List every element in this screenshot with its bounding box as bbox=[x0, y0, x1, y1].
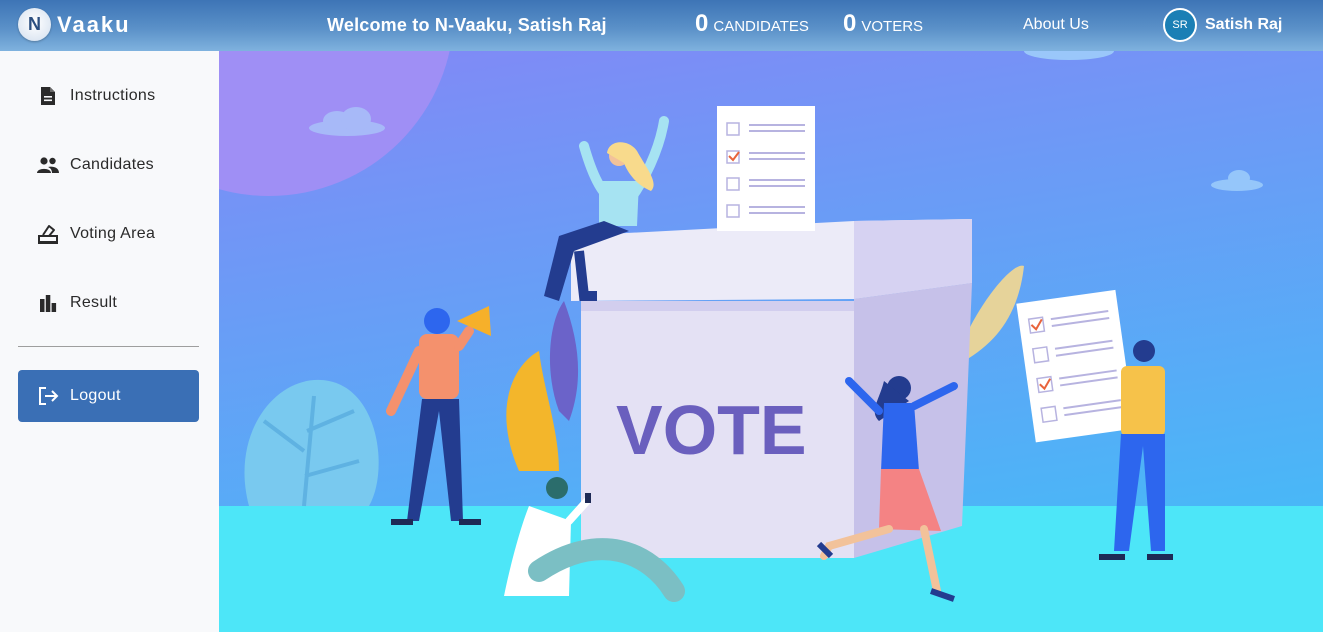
top-bar: N Vaaku Welcome to N-Vaaku, Satish Raj 0… bbox=[0, 0, 1323, 51]
bar-chart-icon bbox=[34, 291, 62, 315]
sidebar-item-result[interactable]: Result bbox=[18, 277, 199, 329]
hero-illustration: VOTE bbox=[219, 51, 1323, 632]
app-logo[interactable]: N Vaaku bbox=[18, 8, 131, 41]
about-us-link[interactable]: About Us bbox=[1023, 16, 1089, 34]
candidates-label: CANDIDATES bbox=[713, 18, 809, 35]
sidebar-item-voting-area[interactable]: Voting Area bbox=[18, 208, 199, 260]
voters-label: VOTERS bbox=[861, 18, 924, 35]
sidebar: Instructions Candidates Voting Area Resu… bbox=[0, 51, 219, 632]
checklist-paper bbox=[1016, 289, 1135, 443]
logo-badge: N bbox=[18, 8, 51, 41]
sidebar-item-label: Voting Area bbox=[70, 225, 156, 242]
people-icon bbox=[34, 153, 62, 177]
user-name: Satish Raj bbox=[1205, 16, 1283, 33]
logout-label: Logout bbox=[70, 387, 121, 404]
voting-illustration: VOTE bbox=[219, 51, 1323, 632]
ballot-icon bbox=[34, 222, 62, 246]
candidates-count: 0 bbox=[695, 10, 709, 37]
document-icon bbox=[34, 84, 62, 108]
sidebar-item-label: Candidates bbox=[70, 156, 154, 173]
sidebar-item-label: Instructions bbox=[70, 87, 156, 104]
voters-stat: 0 VOTERS bbox=[843, 10, 923, 38]
logout-icon bbox=[34, 384, 62, 408]
welcome-message: Welcome to N-Vaaku, Satish Raj bbox=[327, 15, 607, 35]
sidebar-item-label: Result bbox=[70, 294, 118, 311]
ballot-paper bbox=[717, 106, 815, 231]
sidebar-item-instructions[interactable]: Instructions bbox=[18, 70, 199, 122]
candidates-stat: 0 CANDIDATES bbox=[695, 10, 809, 38]
vote-box-text: VOTE bbox=[616, 391, 807, 469]
logout-button[interactable]: Logout bbox=[18, 370, 199, 422]
sidebar-item-candidates[interactable]: Candidates bbox=[18, 139, 199, 191]
user-menu[interactable]: SR Satish Raj bbox=[1163, 8, 1282, 42]
voters-count: 0 bbox=[843, 10, 857, 37]
avatar: SR bbox=[1163, 8, 1197, 42]
logo-text: Vaaku bbox=[57, 11, 131, 37]
sidebar-divider bbox=[18, 346, 199, 347]
